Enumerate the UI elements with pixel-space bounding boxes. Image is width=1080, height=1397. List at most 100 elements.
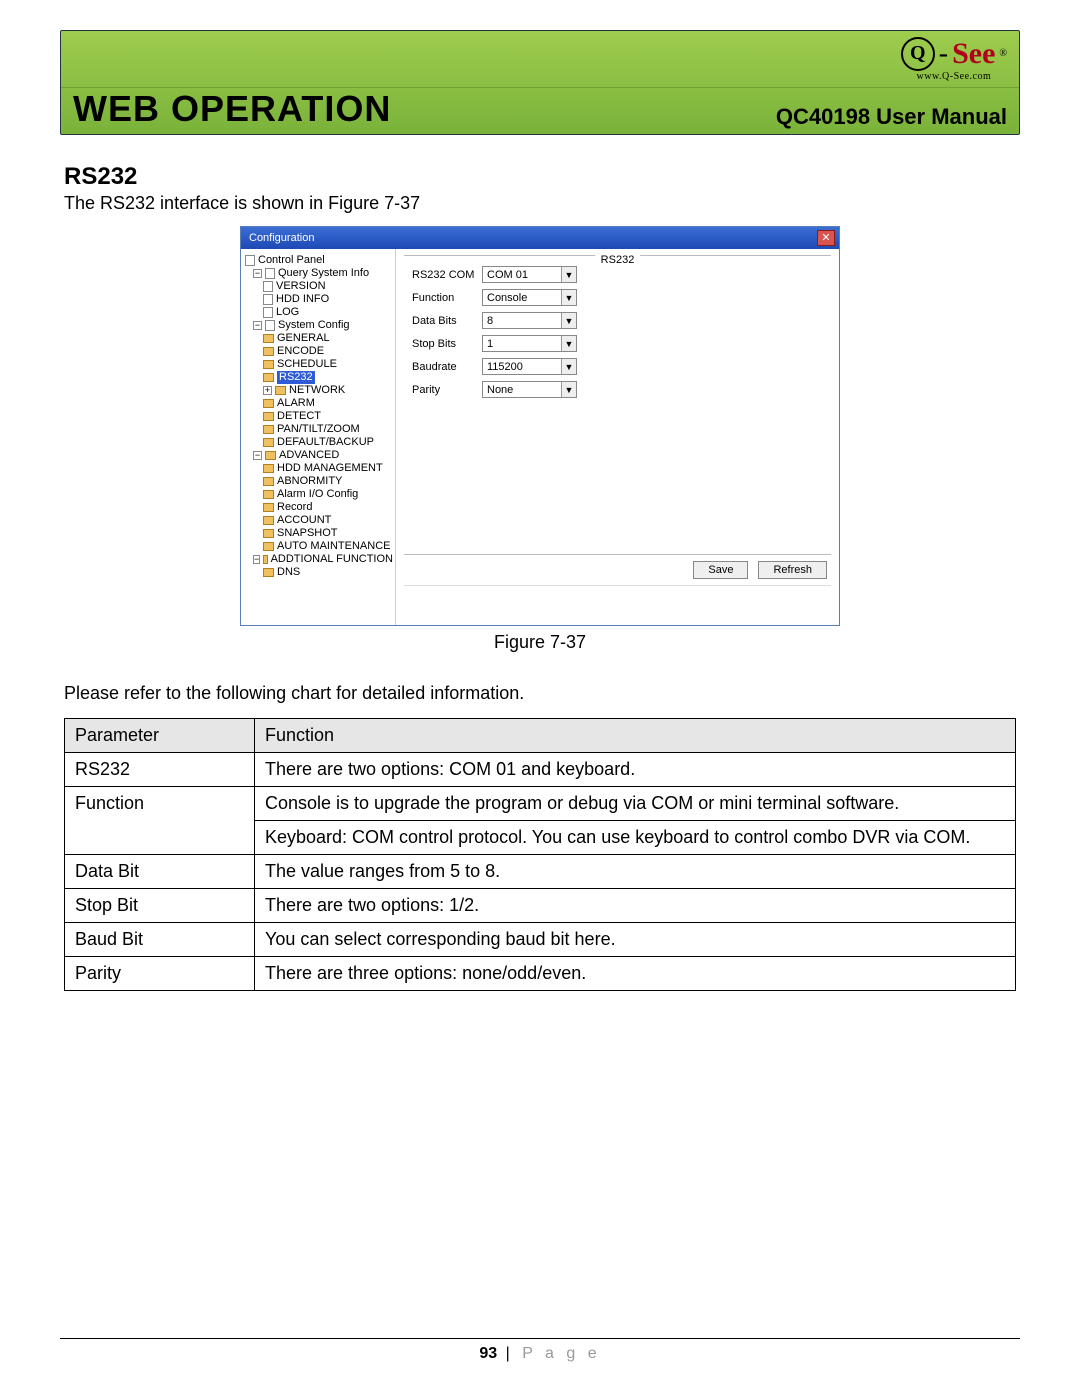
page-title: WEB OPERATION: [73, 88, 391, 130]
collapse-icon[interactable]: −: [253, 555, 260, 564]
select-rs232com[interactable]: COM 01▼: [482, 266, 577, 283]
select-value: 1: [487, 338, 493, 350]
expand-icon[interactable]: +: [263, 386, 272, 395]
tree-item[interactable]: DNS: [277, 566, 300, 579]
collapse-icon[interactable]: −: [253, 451, 262, 460]
select-function[interactable]: Console▼: [482, 289, 577, 306]
figure-caption: Figure 7-37: [64, 632, 1016, 653]
doc-icon: [263, 307, 273, 318]
select-databits[interactable]: 8▼: [482, 312, 577, 329]
tree-item[interactable]: ADVANCED: [279, 449, 339, 462]
tree-item[interactable]: HDD INFO: [276, 293, 329, 306]
config-tree[interactable]: Control Panel − Query System Info VERSION…: [241, 249, 396, 625]
folder-icon: [263, 412, 274, 421]
table-row: RS232 There are two options: COM 01 and …: [65, 753, 1016, 787]
cell-param: RS232: [65, 753, 255, 787]
doc-icon: [263, 281, 273, 292]
tree-item[interactable]: ALARM: [277, 397, 315, 410]
table-row: Parity There are three options: none/odd…: [65, 957, 1016, 991]
tree-item[interactable]: DETECT: [277, 410, 321, 423]
logo-url: www.Q-See.com: [917, 71, 992, 82]
tree-item[interactable]: ABNORMITY: [277, 475, 342, 488]
collapse-icon[interactable]: −: [253, 321, 262, 330]
tree-item[interactable]: HDD MANAGEMENT: [277, 462, 383, 475]
folder-icon: [263, 477, 274, 486]
label-function: Function: [412, 292, 482, 304]
table-row: Data Bit The value ranges from 5 to 8.: [65, 855, 1016, 889]
select-value: None: [487, 384, 513, 396]
label-rs232com: RS232 COM: [412, 269, 482, 281]
tree-item[interactable]: ACCOUNT: [277, 514, 331, 527]
cell-func: The value ranges from 5 to 8.: [255, 855, 1016, 889]
save-button[interactable]: Save: [693, 561, 748, 579]
cell-param: Data Bit: [65, 855, 255, 889]
folder-icon: [263, 503, 274, 512]
tree-item[interactable]: AUTO MAINTENANCE: [277, 540, 390, 553]
folder-icon: [263, 425, 274, 434]
fieldset-label: RS232: [595, 254, 641, 266]
cell-param: Parity: [65, 957, 255, 991]
tree-item[interactable]: Alarm I/O Config: [277, 488, 358, 501]
cell-func: There are two options: COM 01 and keyboa…: [255, 753, 1016, 787]
label-databits: Data Bits: [412, 315, 482, 327]
page-number: 93: [479, 1345, 497, 1362]
chevron-down-icon: ▼: [561, 382, 576, 397]
tree-item[interactable]: NETWORK: [289, 384, 345, 397]
folder-icon: [265, 451, 276, 460]
param-intro: Please refer to the following chart for …: [64, 683, 1016, 704]
chevron-down-icon: ▼: [561, 313, 576, 328]
collapse-icon[interactable]: −: [253, 269, 262, 278]
th-function: Function: [255, 719, 1016, 753]
tree-item[interactable]: SCHEDULE: [277, 358, 337, 371]
panel-icon: [245, 255, 255, 266]
tree-item[interactable]: VERSION: [276, 280, 326, 293]
folder-icon: [263, 347, 274, 356]
window-title: Configuration: [249, 232, 314, 244]
refresh-button[interactable]: Refresh: [758, 561, 827, 579]
cell-param: Stop Bit: [65, 889, 255, 923]
section-lead: The RS232 interface is shown in Figure 7…: [64, 193, 1016, 214]
folder-icon: [263, 360, 274, 369]
logo-mark-icon: Q: [901, 37, 935, 71]
tree-root-label: Control Panel: [258, 254, 325, 266]
tree-item[interactable]: Record: [277, 501, 312, 514]
folder-icon: [263, 464, 274, 473]
folder-icon: [275, 386, 286, 395]
cell-func: You can select corresponding baud bit he…: [255, 923, 1016, 957]
select-value: COM 01: [487, 269, 528, 281]
tree-item[interactable]: DEFAULT/BACKUP: [277, 436, 374, 449]
cell-func: Keyboard: COM control protocol. You can …: [255, 821, 1016, 855]
table-row: Function Console is to upgrade the progr…: [65, 787, 1016, 821]
tree-item-selected[interactable]: RS232: [277, 371, 315, 384]
registered-icon: ®: [999, 48, 1007, 59]
folder-icon: [263, 555, 267, 564]
tree-item[interactable]: System Config: [278, 319, 350, 332]
cell-param: Function: [65, 787, 255, 855]
folder-icon: [263, 373, 274, 382]
close-icon[interactable]: ✕: [817, 230, 835, 246]
label-baudrate: Baudrate: [412, 361, 482, 373]
select-stopbits[interactable]: 1▼: [482, 335, 577, 352]
select-value: 8: [487, 315, 493, 327]
select-parity[interactable]: None ▼: [482, 381, 577, 398]
select-baudrate[interactable]: 115200▼: [482, 358, 577, 375]
folder-icon: [263, 516, 274, 525]
tree-item[interactable]: PAN/TILT/ZOOM: [277, 423, 360, 436]
tree-item[interactable]: LOG: [276, 306, 299, 319]
logo-text: See: [952, 37, 995, 71]
folder-icon: [263, 529, 274, 538]
folder-icon: [263, 334, 274, 343]
select-value: 115200: [487, 361, 523, 373]
doc-icon: [263, 294, 273, 305]
folder-icon: [263, 399, 274, 408]
header-band: Q - See ® www.Q-See.com WEB OPERATION QC…: [60, 30, 1020, 135]
tree-item[interactable]: ENCODE: [277, 345, 324, 358]
tree-item[interactable]: ADDTIONAL FUNCTION: [271, 553, 393, 566]
table-row: Baud Bit You can select corresponding ba…: [65, 923, 1016, 957]
parameter-table: Parameter Function RS232 There are two o…: [64, 718, 1016, 991]
tree-item[interactable]: SNAPSHOT: [277, 527, 338, 540]
tree-item[interactable]: Query System Info: [278, 267, 369, 280]
folder-icon: [263, 438, 274, 447]
tree-item[interactable]: GENERAL: [277, 332, 330, 345]
table-row: Stop Bit There are two options: 1/2.: [65, 889, 1016, 923]
